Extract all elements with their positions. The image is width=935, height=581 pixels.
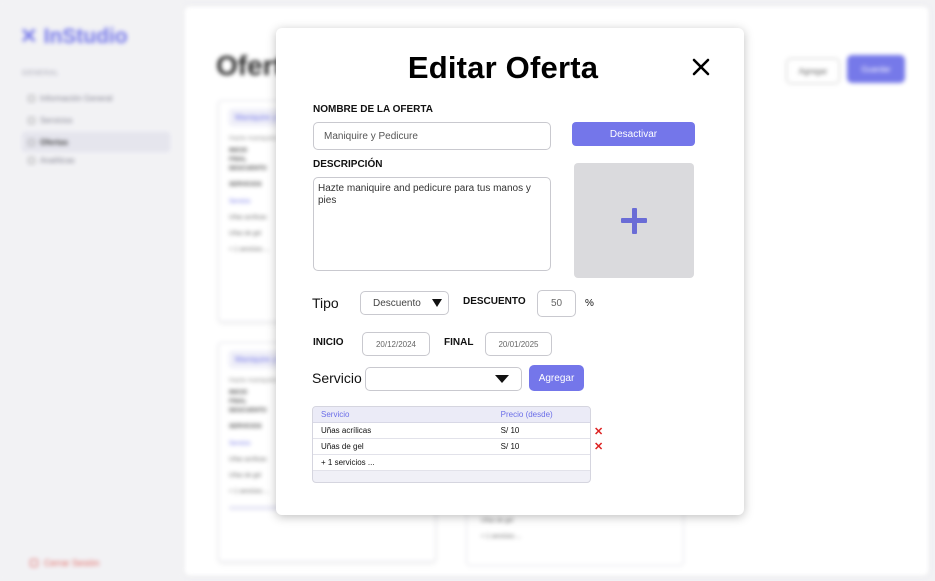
delete-icon[interactable]: ✕ xyxy=(594,427,604,438)
percent-symbol: % xyxy=(585,298,594,309)
close-icon xyxy=(692,58,710,76)
service-price: S/ 10 xyxy=(500,426,520,435)
more-services: + 1 servicios ... xyxy=(321,458,375,467)
table-row-more[interactable]: + 1 servicios ... xyxy=(313,455,590,471)
offer-name-input[interactable]: Maniquire y Pedicure xyxy=(313,122,551,150)
table-row: Uñas de gel S/ 10 xyxy=(313,439,590,455)
discount-label: DESCUENTO xyxy=(463,296,526,307)
deactivate-button[interactable]: Desactivar xyxy=(572,122,695,146)
table-row: Uñas acrílicas S/ 10 xyxy=(313,423,590,439)
delete-icon[interactable]: ✕ xyxy=(594,442,604,453)
offer-name-label: NOMBRE DE LA OFERTA xyxy=(313,104,433,115)
start-date-label: INICIO xyxy=(313,337,344,348)
tipo-label: Tipo xyxy=(312,295,339,311)
service-name: Uñas acrílicas xyxy=(321,426,372,435)
tipo-select[interactable]: Descuento xyxy=(360,291,449,315)
column-header-servicio: Servicio xyxy=(321,410,350,419)
service-price: S/ 10 xyxy=(500,442,520,451)
services-table: Servicio Precio (desde) Uñas acrílicas S… xyxy=(312,406,591,483)
table-header: Servicio Precio (desde) xyxy=(313,407,590,423)
chevron-down-icon xyxy=(495,375,509,383)
column-header-precio: Precio (desde) xyxy=(500,410,553,419)
image-upload[interactable] xyxy=(574,163,694,278)
plus-icon xyxy=(621,207,647,234)
description-label: DESCRIPCIÓN xyxy=(313,159,383,170)
modal-title: Editar Oferta xyxy=(407,50,599,85)
start-date-input[interactable]: 20/12/2024 xyxy=(362,332,430,356)
close-button[interactable] xyxy=(690,56,712,78)
discount-input[interactable]: 50 xyxy=(537,290,576,317)
description-textarea[interactable]: Hazte maniquire and pedicure para tus ma… xyxy=(313,177,551,271)
add-service-button[interactable]: Agregar xyxy=(529,365,584,391)
tipo-select-value: Descuento xyxy=(373,297,421,309)
chevron-down-icon xyxy=(432,299,442,307)
end-date-label: FINAL xyxy=(444,337,474,348)
service-name: Uñas de gel xyxy=(321,442,364,451)
service-label: Servicio xyxy=(312,370,362,386)
end-date-input[interactable]: 20/01/2025 xyxy=(485,332,552,356)
edit-offer-modal: Editar Oferta NOMBRE DE LA OFERTA Maniqu… xyxy=(276,28,744,515)
service-select[interactable] xyxy=(365,367,522,391)
